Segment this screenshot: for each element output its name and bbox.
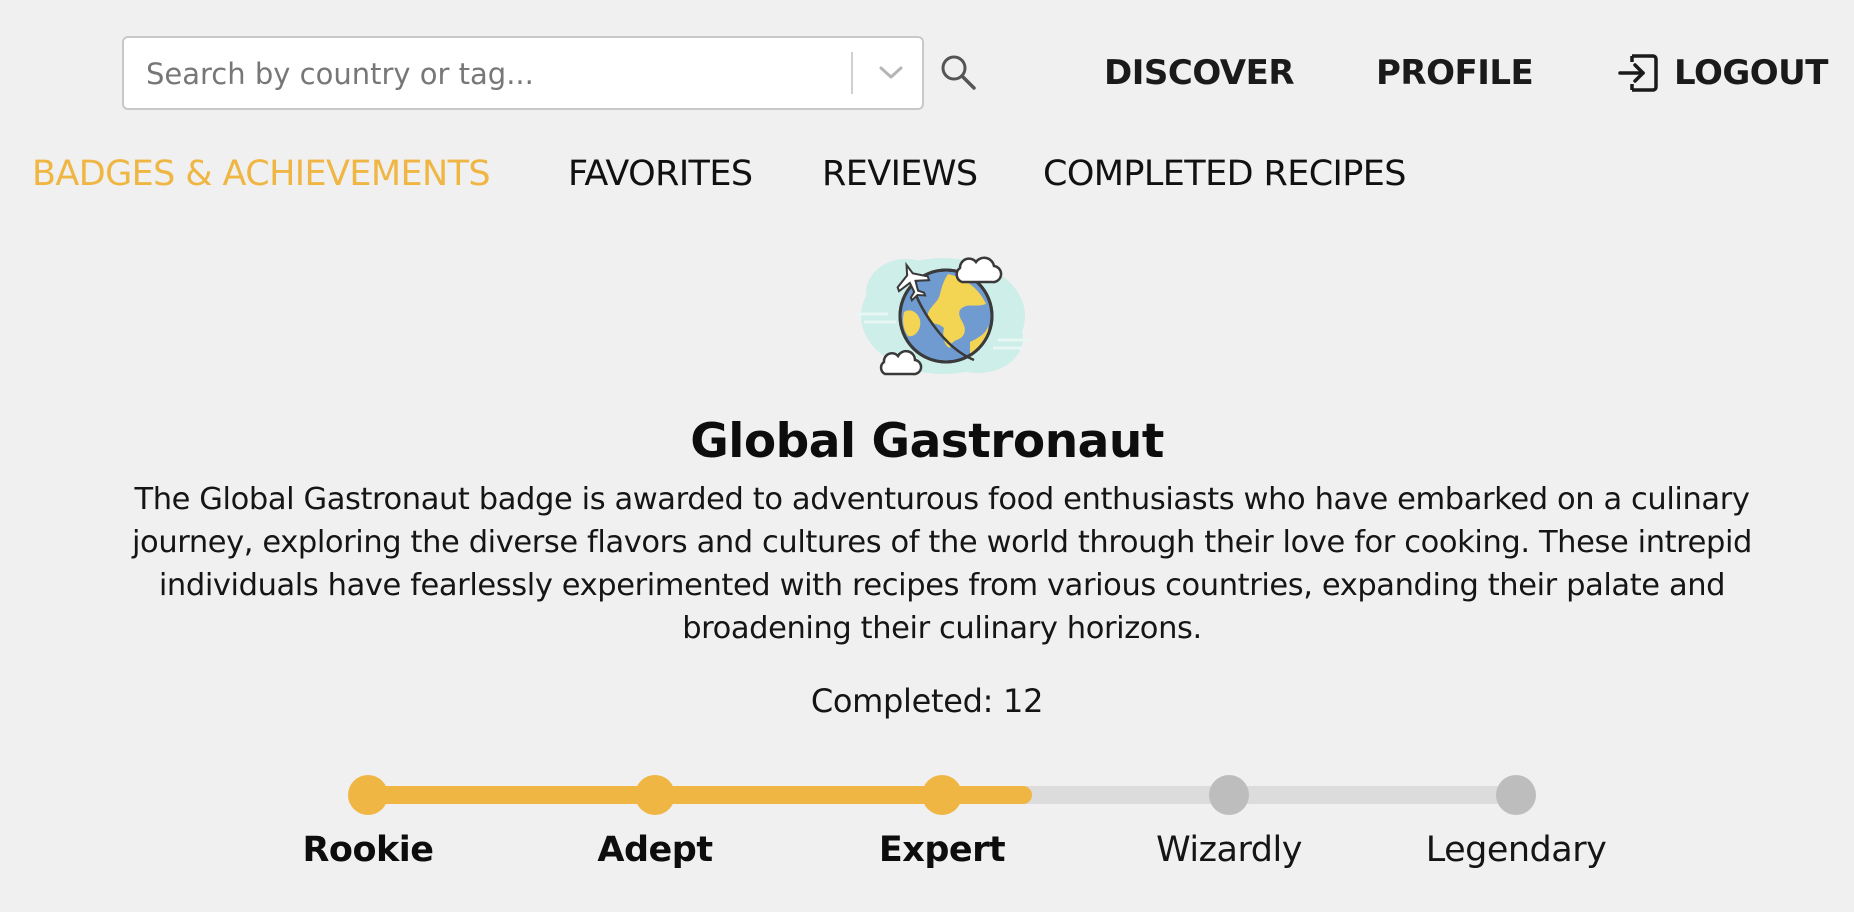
logout-icon [1616,51,1660,95]
level-label-wizardly: Wizardly [1156,830,1302,870]
tab-reviews[interactable]: REVIEWS [822,152,978,196]
level-label-adept: Adept [597,830,713,870]
chevron-down-icon[interactable] [869,50,913,96]
level-label-expert: Expert [878,830,1006,870]
logout-button[interactable]: LOGOUT [1616,52,1828,94]
level-marker-adept[interactable] [635,775,675,815]
level-marker-legendary[interactable] [1496,775,1536,815]
globe-airplane-icon [848,238,1038,388]
search-divider [851,52,853,94]
level-label-legendary: Legendary [1425,830,1607,870]
completed-count: Completed: 12 [810,682,1044,720]
logout-label: LOGOUT [1674,53,1828,93]
nav-discover-link[interactable]: DISCOVER [1104,52,1295,94]
level-marker-wizardly[interactable] [1209,775,1249,815]
search-input[interactable] [144,38,828,110]
tab-badges-achievements[interactable]: BADGES & ACHIEVEMENTS [32,152,491,196]
badge-title: Global Gastronaut [690,414,1164,469]
search-icon[interactable] [938,52,980,94]
search-box[interactable] [122,36,924,110]
level-label-rookie: Rookie [302,830,434,870]
badge-description: The Global Gastronaut badge is awarded t… [131,482,1753,646]
tab-completed-recipes[interactable]: COMPLETED RECIPES [1043,152,1407,196]
level-marker-rookie[interactable] [348,775,388,815]
tab-favorites[interactable]: FAVORITES [568,152,753,196]
level-marker-expert[interactable] [922,775,962,815]
nav-profile-link[interactable]: PROFILE [1376,52,1534,94]
